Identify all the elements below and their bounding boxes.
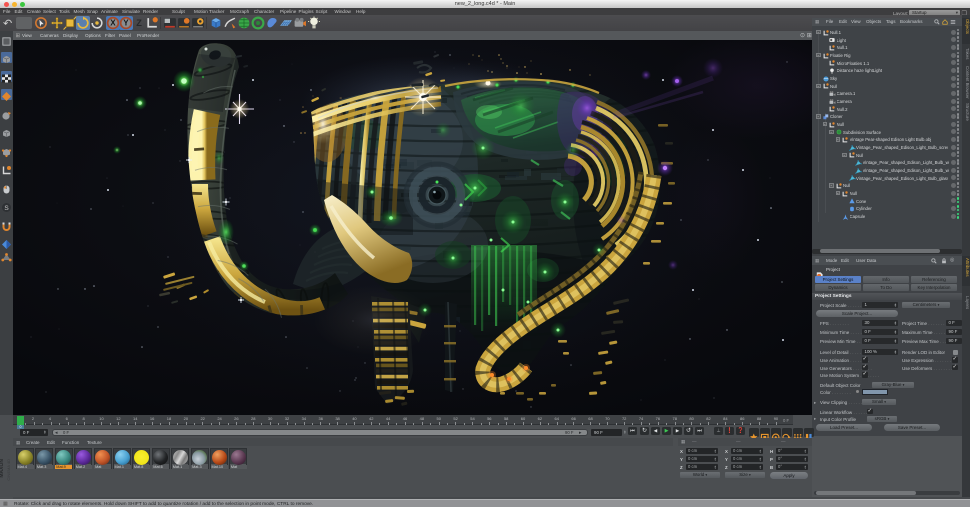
svg-text:Y: Y bbox=[123, 19, 129, 28]
svg-text:X: X bbox=[110, 19, 116, 28]
svg-text:Z: Z bbox=[136, 18, 142, 28]
svg-text:S: S bbox=[4, 205, 9, 212]
